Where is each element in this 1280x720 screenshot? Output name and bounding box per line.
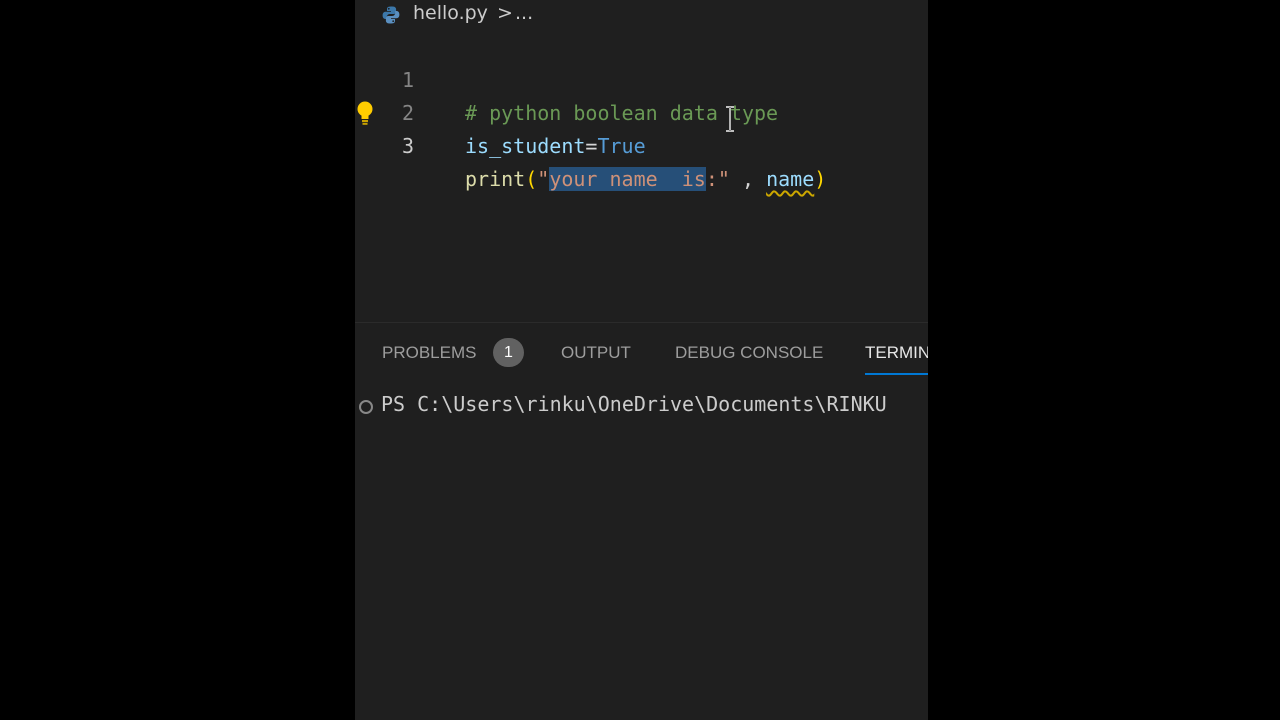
python-file-icon [382, 6, 400, 24]
problems-count-badge: 1 [493, 338, 524, 367]
code-constant: True [597, 134, 646, 158]
terminal-prompt: PS C:\Users\rinku\OneDrive\Documents\RIN… [381, 392, 887, 416]
tab-problems[interactable]: PROBLEMS [382, 343, 476, 363]
code-paren-open: ( [525, 167, 538, 191]
vscode-window: hello.py > ... 1 # python boolean data t… [355, 0, 928, 720]
breadcrumb: hello.py > ... [355, 0, 928, 30]
breadcrumb-more[interactable]: ... [515, 2, 533, 24]
code-function: print [465, 167, 526, 191]
code-line-1[interactable]: 1 # python boolean data type [355, 31, 928, 125]
code-line-2[interactable]: 2 is_student=True [355, 64, 928, 158]
code-operator: = [585, 134, 598, 158]
tab-output[interactable]: OUTPUT [561, 343, 631, 363]
tab-debug-console[interactable]: DEBUG CONSOLE [675, 343, 823, 363]
command-status-circle-icon[interactable] [359, 400, 373, 414]
text-cursor-icon [726, 106, 734, 132]
breadcrumb-file[interactable]: hello.py [413, 2, 488, 24]
code-string-rest: :" [705, 167, 730, 191]
lightbulb-icon[interactable] [355, 100, 375, 126]
code-line-3[interactable]: 3 print("your name is:" , name) [355, 97, 928, 191]
code-comma: , [729, 167, 767, 191]
code-selection[interactable]: your name is [549, 167, 706, 191]
code-paren-close: ) [814, 167, 827, 191]
code-quote-open: " [537, 167, 550, 191]
line-number: 3 [401, 134, 415, 158]
code-variable: is_student [465, 134, 586, 158]
terminal-view[interactable]: PS C:\Users\rinku\OneDrive\Documents\RIN… [355, 390, 928, 720]
code-undefined-name[interactable]: name [766, 167, 814, 191]
breadcrumb-separator: > [497, 2, 513, 24]
panel-tab-bar: PROBLEMS 1 OUTPUT DEBUG CONSOLE TERMIN [355, 323, 928, 381]
tab-terminal[interactable]: TERMIN [865, 343, 928, 375]
